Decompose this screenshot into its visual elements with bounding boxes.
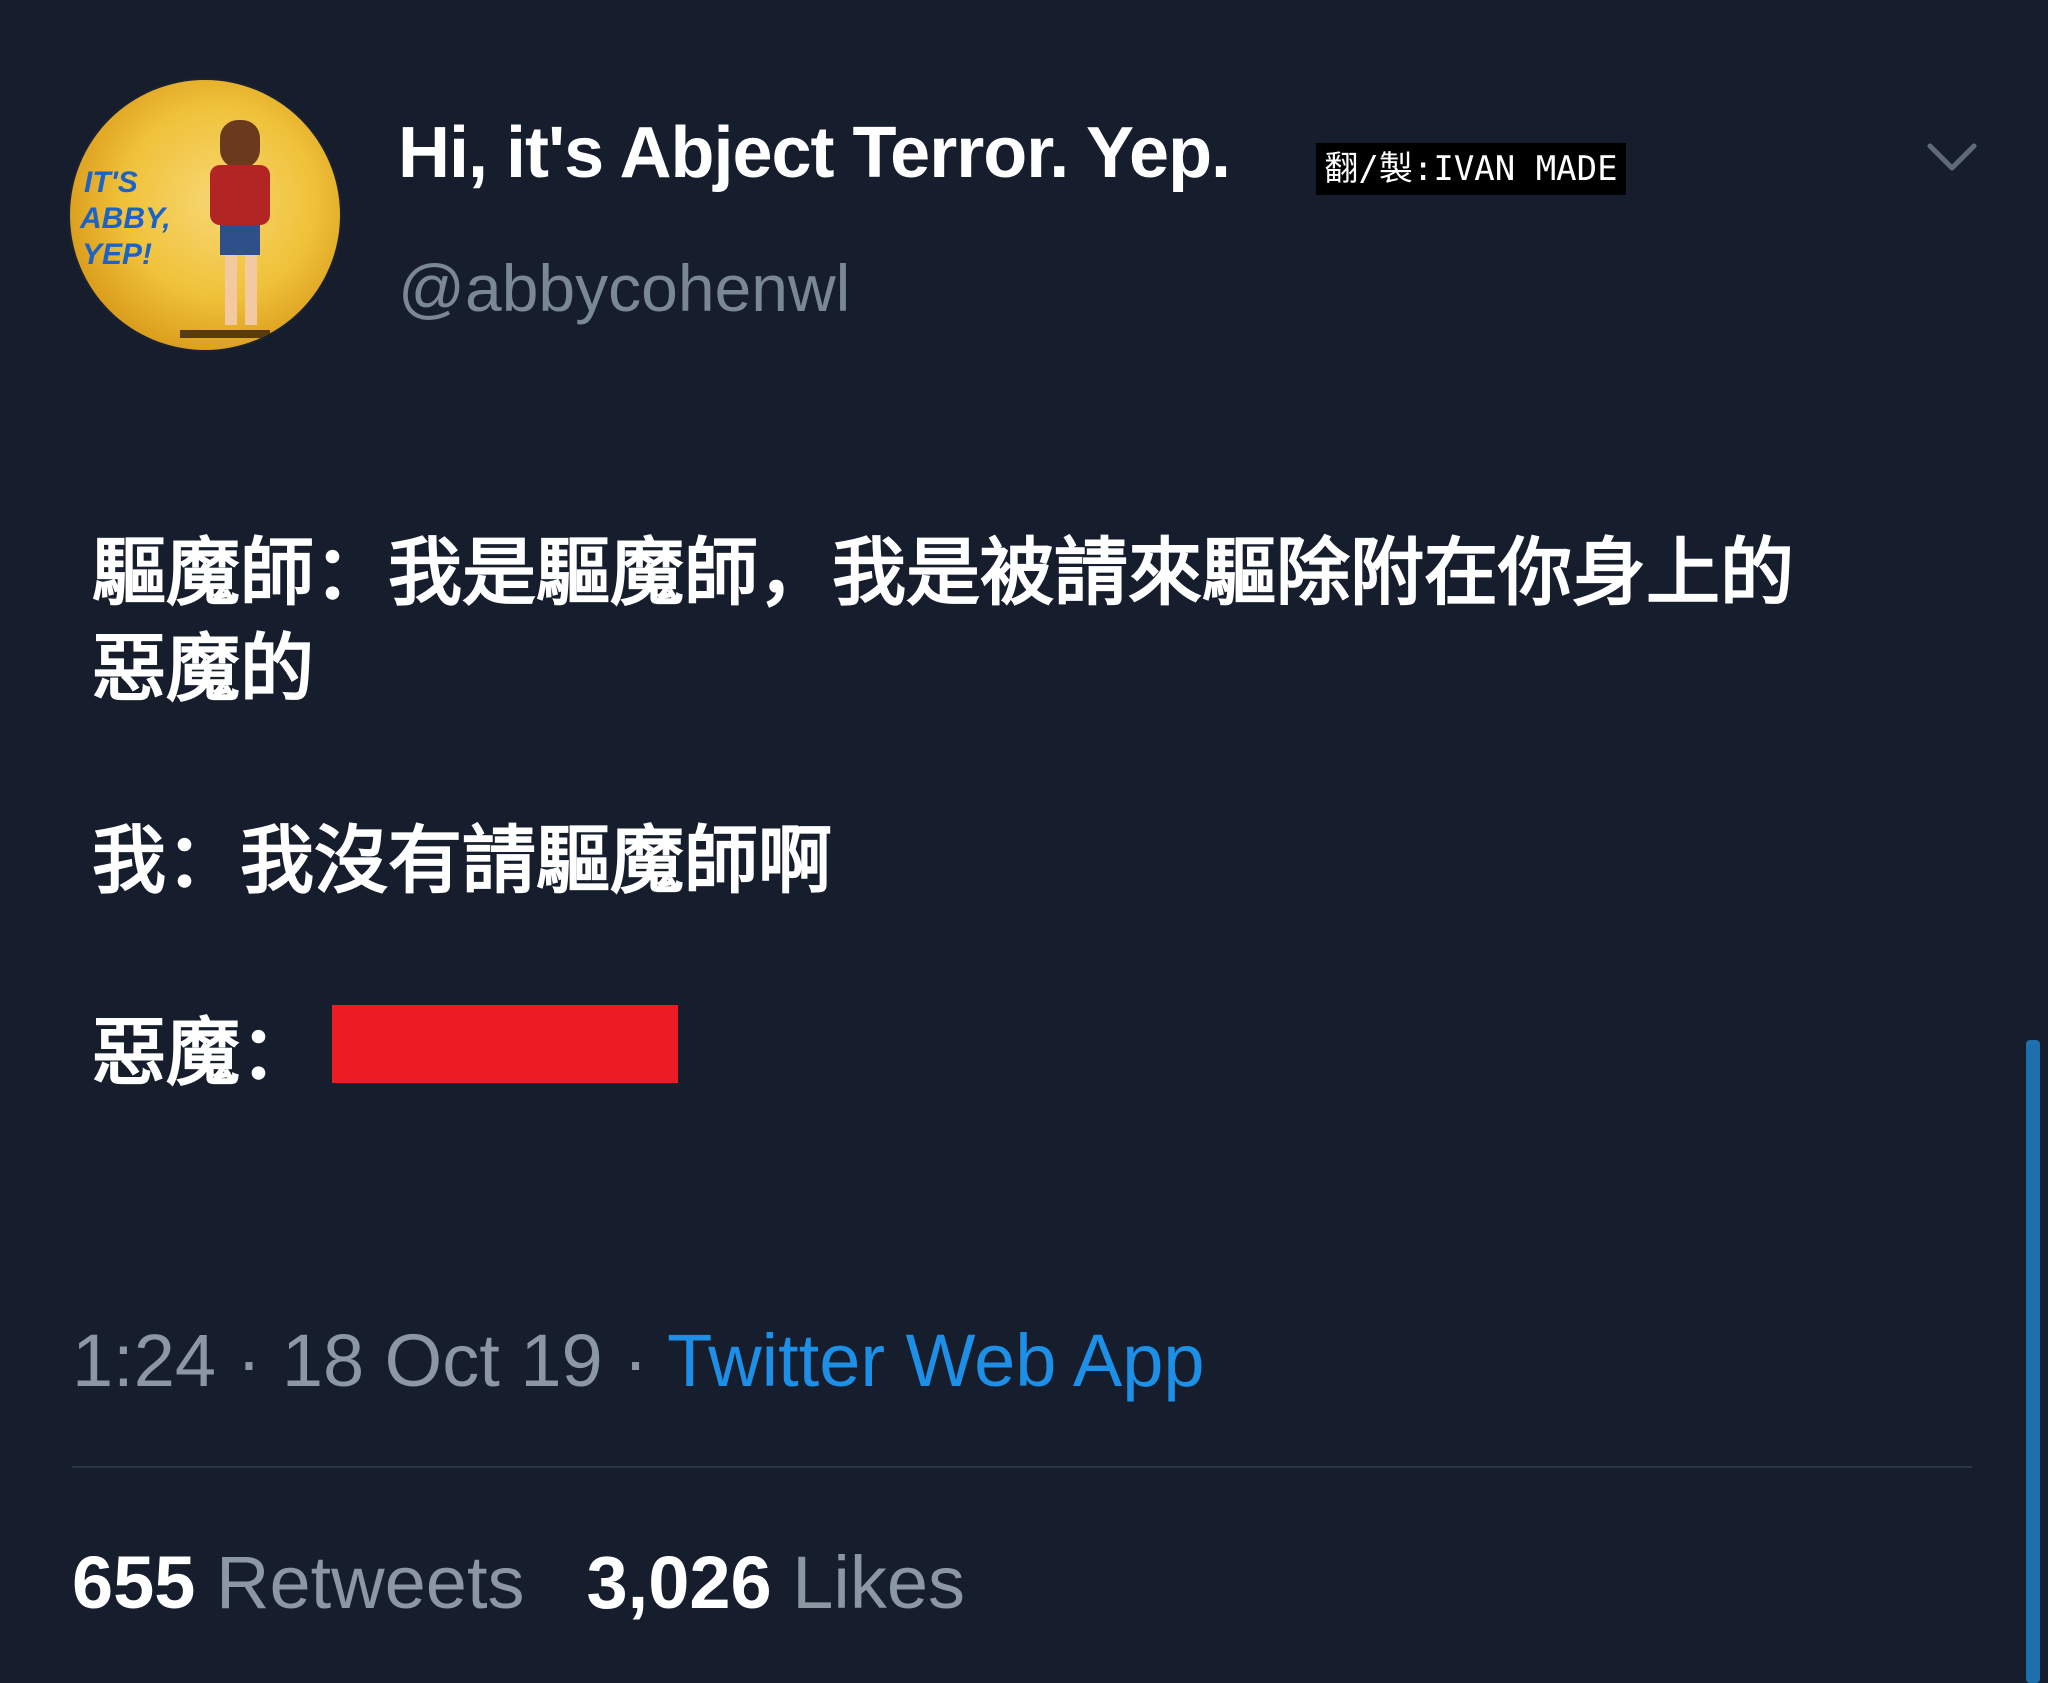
tweet-text-line: 惡魔： — [92, 1005, 1972, 1101]
likes-stat[interactable]: 3,026 Likes — [587, 1541, 966, 1624]
tweet-text: 驅魔師：我是驅魔師，我是被請來驅除附在你身上的 惡魔的 我：我沒有請驅魔師啊 惡… — [92, 525, 1972, 1101]
user-handle[interactable]: @abbycohenwl — [398, 250, 850, 326]
speaker-label: 惡魔： — [92, 1010, 314, 1096]
retweets-stat[interactable]: 655 Retweets — [72, 1541, 525, 1624]
likes-count: 3,026 — [586, 1541, 772, 1624]
tweet-meta: 1:24 · 18 Oct 19 · Twitter Web App — [72, 1318, 1205, 1403]
meta-separator: · — [236, 1319, 262, 1402]
tweet-date[interactable]: 18 Oct 19 — [282, 1319, 603, 1402]
retweets-count: 655 — [72, 1541, 196, 1624]
retweets-label: Retweets — [216, 1541, 525, 1624]
avatar-text-2: ABBY, — [79, 202, 171, 235]
avatar-text-1: IT'S — [84, 166, 138, 199]
watermark-label: 翻/製:IVAN MADE — [1316, 143, 1626, 195]
scrollbar[interactable] — [2026, 1040, 2040, 1683]
avatar-image: IT'S ABBY, YEP! — [79, 120, 270, 338]
display-name[interactable]: Hi, it's Abject Terror. Yep. — [398, 112, 1231, 194]
tweet-screen: IT'S ABBY, YEP! Hi, it's Abject Terror. … — [0, 0, 2048, 1683]
divider — [72, 1466, 1972, 1468]
tweet-text-line: 我：我沒有請驅魔師啊 — [92, 818, 832, 904]
tweet-stats: 655 Retweets 3,026 Likes — [72, 1540, 965, 1625]
tweet-text-line: 驅魔師：我是驅魔師，我是被請來驅除附在你身上的 — [92, 530, 1794, 616]
tweet-source-link[interactable]: Twitter Web App — [667, 1319, 1204, 1402]
tweet-text-line: 惡魔的 — [92, 626, 314, 712]
tweet-time[interactable]: 1:24 — [72, 1319, 216, 1402]
likes-label: Likes — [792, 1541, 966, 1624]
redaction-box — [332, 1005, 678, 1083]
avatar-text-3: YEP! — [82, 238, 152, 271]
meta-separator: · — [623, 1319, 648, 1402]
avatar[interactable]: IT'S ABBY, YEP! — [70, 80, 340, 350]
chevron-down-icon[interactable] — [1924, 138, 1980, 178]
